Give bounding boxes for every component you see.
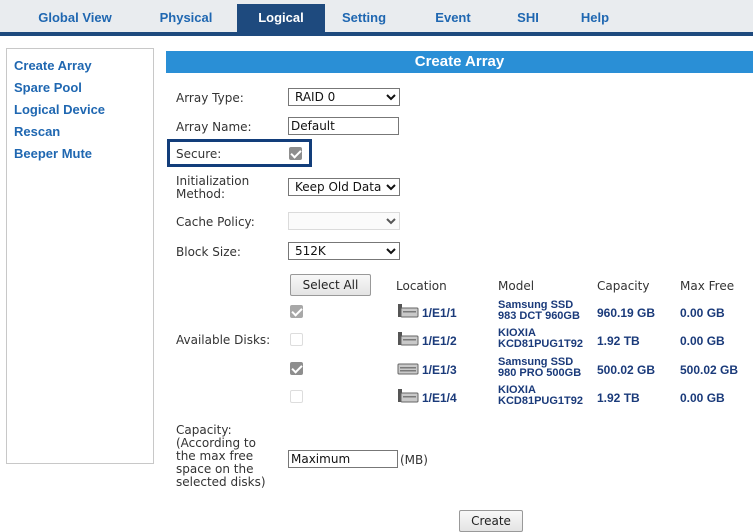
tab-global-view[interactable]: Global View	[28, 8, 122, 28]
array-type-label: Array Type:	[176, 91, 244, 105]
array-type-select[interactable]: RAID 0	[288, 88, 400, 106]
hard-drive-icon	[398, 304, 419, 318]
block-size-label: Block Size:	[176, 245, 241, 259]
init-method-select[interactable]: Keep Old Data	[288, 178, 400, 196]
tab-help[interactable]: Help	[570, 8, 620, 28]
col-capacity-header: Capacity	[597, 279, 650, 293]
disk-model-line2: KCD81PUG1T92	[498, 395, 583, 407]
panel-title: Create Array	[166, 51, 753, 73]
tab-shi[interactable]: SHI	[508, 8, 548, 28]
sidebar-item-spare-pool[interactable]: Spare Pool	[7, 77, 153, 99]
disk-model: KIOXIA KCD81PUG1T92	[498, 385, 598, 407]
disk-model: KIOXIA KCD81PUG1T92	[498, 328, 598, 350]
sidebar: Create Array Spare Pool Logical Device R…	[6, 48, 154, 464]
tab-event[interactable]: Event	[425, 8, 481, 28]
disk-model-line2: 983 DCT 960GB	[498, 310, 580, 322]
block-size-select[interactable]: 512K	[288, 242, 400, 260]
disk-checkbox[interactable]	[290, 390, 303, 403]
capacity-label-5: selected disks)	[176, 475, 266, 489]
cache-policy-select[interactable]	[288, 212, 400, 230]
hard-drive-icon	[398, 389, 419, 403]
cache-policy-label: Cache Policy:	[176, 215, 255, 229]
disk-model: Samsung SSD 980 PRO 500GB	[498, 357, 598, 379]
disk-capacity: 960.19 GB	[597, 306, 656, 320]
capacity-label-4: space on the	[176, 462, 254, 476]
disk-checkbox[interactable]	[290, 305, 303, 318]
hard-drive-icon	[398, 332, 419, 346]
disk-max-free: 500.02 GB	[680, 363, 739, 377]
disk-max-free: 0.00 GB	[680, 391, 725, 405]
array-name-label: Array Name:	[176, 120, 252, 134]
create-button[interactable]: Create	[459, 510, 523, 532]
capacity-label-3: the max free	[176, 449, 254, 463]
sidebar-item-beeper-mute[interactable]: Beeper Mute	[7, 143, 153, 165]
disk-model-line2: KCD81PUG1T92	[498, 338, 583, 350]
select-all-button[interactable]: Select All	[290, 274, 371, 296]
secure-checkbox[interactable]	[289, 147, 302, 160]
top-nav: Global View Physical Logical Setting Eve…	[0, 0, 753, 36]
disk-max-free: 0.00 GB	[680, 306, 725, 320]
tab-logical[interactable]: Logical	[237, 4, 325, 32]
disk-max-free: 0.00 GB	[680, 334, 725, 348]
col-location-header: Location	[396, 279, 447, 293]
disk-capacity: 500.02 GB	[597, 363, 656, 377]
hard-drive-icon	[397, 363, 419, 375]
disk-checkbox[interactable]	[290, 333, 303, 346]
disk-location: 1/E1/2	[422, 334, 457, 348]
col-max-free-header: Max Free	[680, 279, 735, 293]
disk-model-line2: 980 PRO 500GB	[498, 367, 582, 379]
array-name-input[interactable]	[288, 117, 399, 135]
disk-capacity: 1.92 TB	[597, 391, 640, 405]
available-disks-label: Available Disks:	[176, 333, 271, 347]
secure-label: Secure:	[176, 147, 222, 161]
disk-location: 1/E1/4	[422, 391, 457, 405]
capacity-label-2: (According to	[176, 436, 256, 450]
capacity-input[interactable]	[288, 450, 398, 468]
capacity-unit: (MB)	[400, 453, 428, 467]
sidebar-item-logical-device[interactable]: Logical Device	[7, 99, 153, 121]
disk-checkbox[interactable]	[290, 362, 303, 375]
sidebar-item-create-array[interactable]: Create Array	[7, 55, 153, 77]
disk-capacity: 1.92 TB	[597, 334, 640, 348]
disk-model: Samsung SSD 983 DCT 960GB	[498, 300, 598, 322]
col-model-header: Model	[498, 279, 535, 293]
disk-location: 1/E1/1	[422, 306, 457, 320]
sidebar-item-rescan[interactable]: Rescan	[7, 121, 153, 143]
tab-physical[interactable]: Physical	[153, 8, 219, 28]
disk-location: 1/E1/3	[422, 363, 457, 377]
init-method-label-2: Method:	[176, 187, 226, 201]
tab-setting[interactable]: Setting	[331, 8, 397, 28]
capacity-label-1: Capacity:	[176, 423, 232, 437]
init-method-label-1: Initialization	[176, 174, 250, 188]
